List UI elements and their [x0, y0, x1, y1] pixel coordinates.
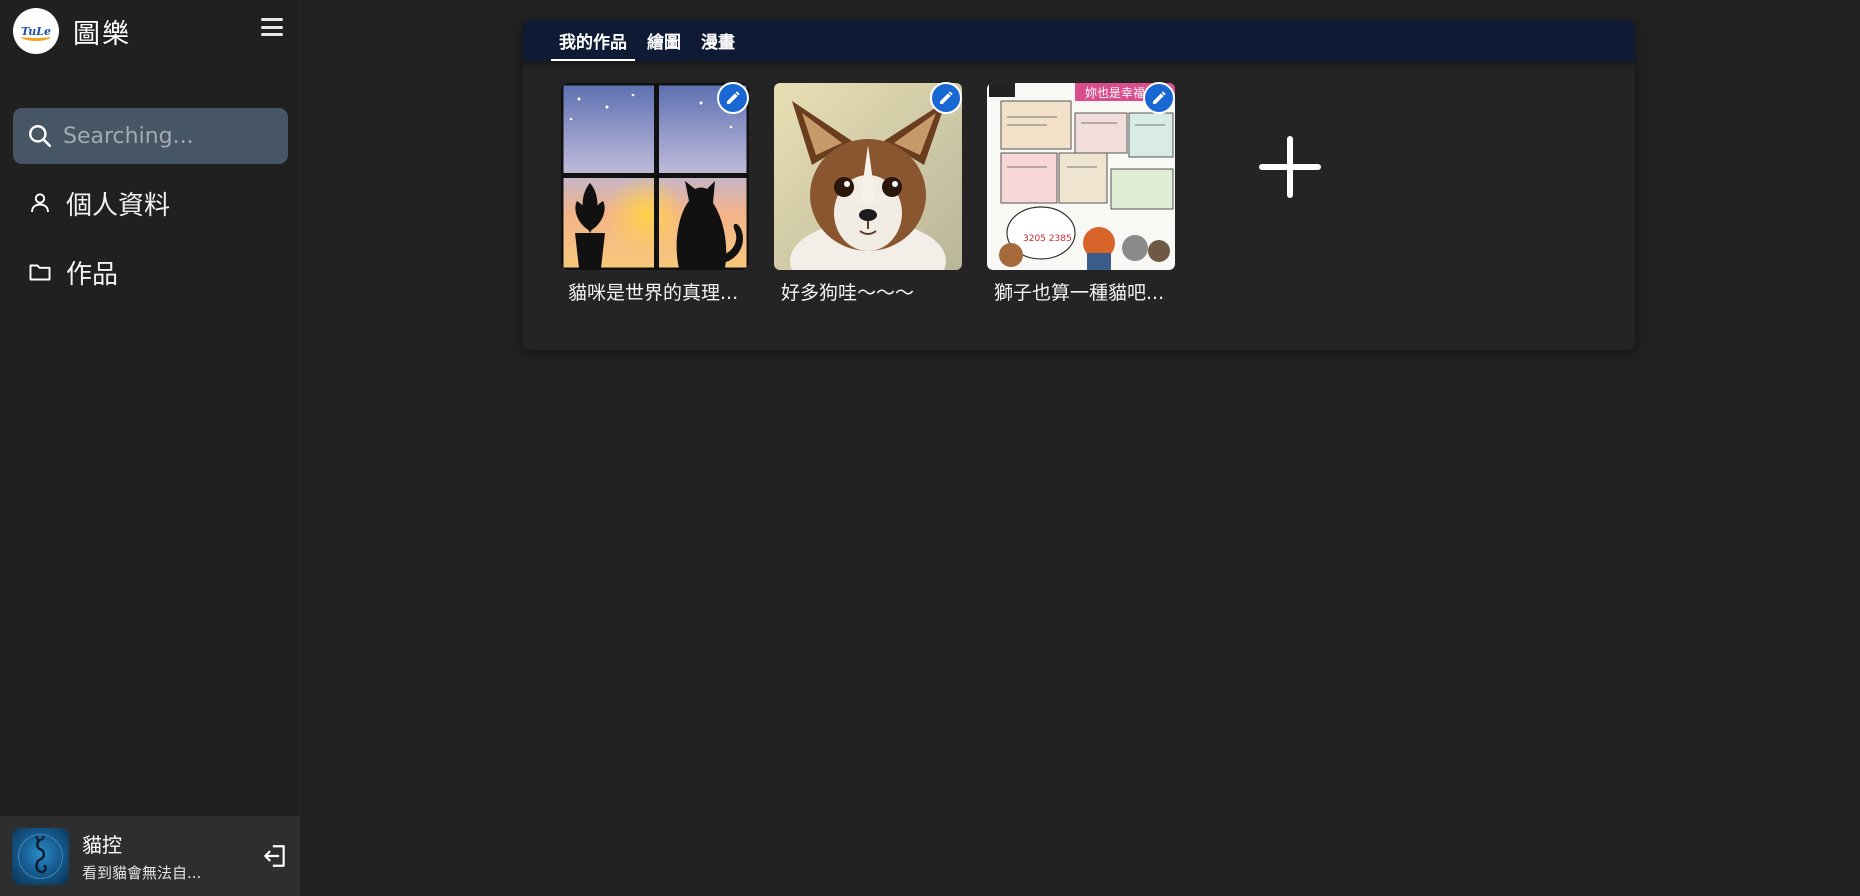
sidebar-item-works[interactable]: 作品 [13, 246, 288, 298]
work-title[interactable]: 貓咪是世界的真理... [561, 278, 749, 305]
logout-icon[interactable] [262, 843, 288, 869]
edit-icon[interactable] [930, 82, 962, 114]
tab-bar: 我的作品 繪圖 漫畫 [523, 20, 1635, 61]
app-logo: TuLe [13, 8, 59, 54]
work-card: 妳也是幸福 3205 2385 獅子也算一種貓吧... [987, 82, 1175, 305]
folder-icon [29, 264, 51, 281]
work-title[interactable]: 獅子也算一種貓吧... [987, 278, 1175, 305]
edit-icon[interactable] [717, 82, 749, 114]
edit-icon[interactable] [1143, 82, 1175, 114]
user-status: 看到貓會無法自... [82, 864, 202, 882]
brand[interactable]: TuLe 圖樂 [13, 8, 131, 54]
avatar[interactable] [12, 827, 69, 885]
tab-drawing[interactable]: 繪圖 [639, 20, 689, 61]
add-work-icon[interactable] [1258, 135, 1322, 199]
work-card: 好多狗哇～～～ [774, 82, 962, 305]
work-card: 貓咪是世界的真理... [561, 82, 749, 305]
sidebar-item-label: 個人資料 [66, 190, 171, 221]
work-thumbnail[interactable] [561, 83, 749, 270]
search-input[interactable] [63, 123, 273, 149]
sidebar-item-profile[interactable]: 個人資料 [13, 177, 288, 229]
svg-text:3205 2385: 3205 2385 [1023, 234, 1072, 244]
tab-my-works[interactable]: 我的作品 [551, 20, 635, 61]
work-thumbnail[interactable]: 妳也是幸福 3205 2385 [987, 83, 1175, 270]
search-box[interactable] [13, 108, 288, 164]
user-profile-bar: 貓控 看到貓會無法自... [0, 816, 300, 896]
sidebar: TuLe 圖樂 個人資料 作品 [0, 0, 300, 896]
search-icon [29, 125, 52, 148]
works-panel: 我的作品 繪圖 漫畫 貓咪是世界的真理... 好多狗哇～～～ 妳也是幸福 320… [523, 20, 1635, 350]
tab-comic[interactable]: 漫畫 [693, 20, 743, 61]
hamburger-menu-icon[interactable] [260, 16, 284, 38]
logo-text: TuLe [21, 24, 51, 38]
user-name: 貓控 [82, 833, 122, 857]
user-icon [31, 193, 49, 213]
work-title[interactable]: 好多狗哇～～～ [774, 278, 962, 305]
work-thumbnail[interactable] [774, 83, 962, 270]
app-title: 圖樂 [73, 18, 131, 50]
sidebar-item-label: 作品 [66, 259, 119, 290]
comic-banner-text: 妳也是幸福 [1085, 85, 1145, 100]
works-grid: 貓咪是世界的真理... 好多狗哇～～～ 妳也是幸福 3205 2385 獅子也算… [561, 82, 1200, 305]
